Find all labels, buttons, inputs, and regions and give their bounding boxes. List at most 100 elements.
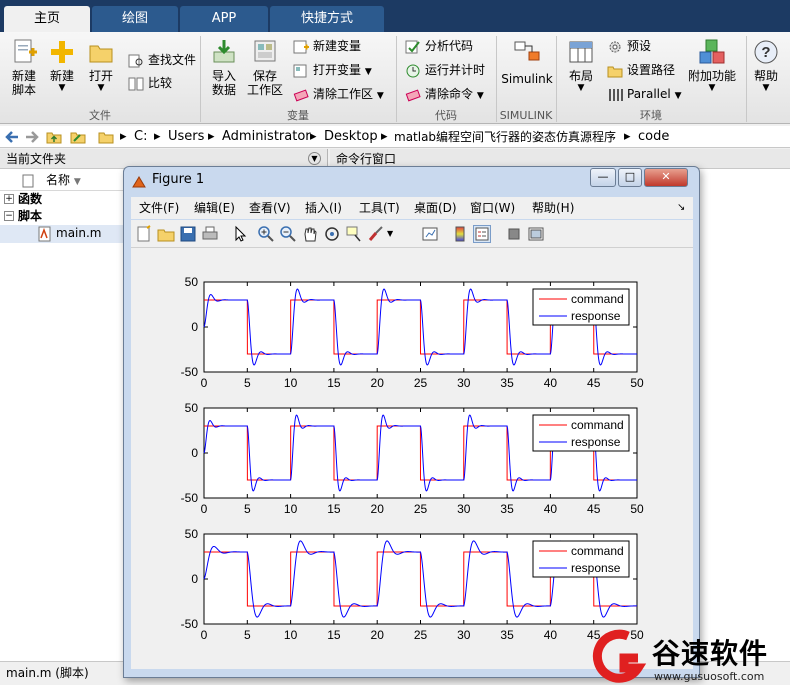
expand-icon[interactable]: + <box>4 194 14 204</box>
print-icon[interactable] <box>201 225 219 243</box>
addons-button[interactable]: 附加功能 ▼ <box>684 34 740 93</box>
analyze-code-button[interactable]: 分析代码 <box>405 36 473 56</box>
x-tick-label: 0 <box>201 376 208 390</box>
new-variable-label: 新建变量 <box>313 39 362 53</box>
tab-plots[interactable]: 绘图 <box>92 6 178 32</box>
collapse-icon[interactable]: − <box>4 211 14 221</box>
chevron-down-icon[interactable]: ▼ <box>387 225 397 243</box>
y-tick-label: 50 <box>185 275 199 289</box>
layout-icon <box>566 38 596 66</box>
parallel-label: Parallel <box>627 87 671 101</box>
pointer-icon[interactable] <box>231 225 249 243</box>
forward-arrow-icon[interactable] <box>24 129 40 145</box>
minimize-button[interactable]: — <box>590 168 616 187</box>
tab-apps[interactable]: APP <box>180 6 268 32</box>
new-variable-button[interactable]: 新建变量 <box>293 36 361 56</box>
plus-icon <box>47 38 77 66</box>
panel-actions-icon[interactable]: ▼ <box>308 152 321 165</box>
addons-label: 附加功能 <box>687 69 736 83</box>
link-plot-icon[interactable] <box>421 225 439 243</box>
brush-icon[interactable] <box>367 225 385 243</box>
save-workspace-button[interactable]: 保存 工作区 <box>241 34 289 97</box>
open-button[interactable]: 打开 ▼ <box>77 34 125 93</box>
x-tick-label: 10 <box>284 502 298 516</box>
breadcrumb-project-folder[interactable]: matlab编程空间飞行器的姿态仿真源程序 <box>394 129 616 145</box>
menu-insert[interactable]: 插入(I) <box>305 200 342 216</box>
breadcrumb-users[interactable]: Users <box>168 129 204 145</box>
colorbar-icon[interactable] <box>451 225 469 243</box>
zoom-in-icon[interactable] <box>257 225 275 243</box>
tab-shortcuts[interactable]: 快捷方式 <box>270 6 384 32</box>
preferences-label: 预设 <box>627 39 652 53</box>
breadcrumb-administrator[interactable]: Administrator <box>222 129 311 145</box>
x-tick-label: 25 <box>414 376 428 390</box>
find-files-button[interactable]: 查找文件 <box>128 50 196 70</box>
import-data-icon <box>209 38 239 66</box>
menu-edit[interactable]: 编辑(E) <box>194 200 235 216</box>
back-arrow-icon[interactable] <box>4 129 20 145</box>
menu-help[interactable]: 帮助(H) <box>532 200 574 216</box>
show-plot-tools-icon[interactable] <box>527 225 545 243</box>
menu-desktop[interactable]: 桌面(D) <box>414 200 457 216</box>
folder-open-icon <box>86 38 116 66</box>
set-path-button[interactable]: 设置路径 <box>607 60 675 80</box>
data-cursor-icon[interactable] <box>345 225 363 243</box>
menu-tools[interactable]: 工具(T) <box>359 200 400 216</box>
open-label: 打开 <box>88 69 113 83</box>
plot-area[interactable]: 0 5 10 15 20 25 30 35 40 45 50500-50commandrespons… <box>131 248 693 669</box>
close-button[interactable]: ✕ <box>644 168 688 187</box>
set-path-label: 设置路径 <box>627 63 676 77</box>
open-file-icon[interactable] <box>157 225 175 243</box>
clear-commands-button[interactable]: 清除命令 ▼ <box>405 84 484 104</box>
legend-icon[interactable] <box>473 225 491 243</box>
y-tick-label: -50 <box>181 491 199 505</box>
dock-arrow-icon[interactable]: ↘ <box>677 200 685 216</box>
y-tick-label: 50 <box>185 527 199 541</box>
status-text: main.m (脚本) <box>6 666 89 680</box>
figure-window[interactable]: Figure 1 — □ ✕ 文件(F) 编辑(E) 查看(V) 插入(I) 工… <box>123 166 700 678</box>
menu-window[interactable]: 窗口(W) <box>470 200 515 216</box>
tab-home[interactable]: 主页 <box>4 6 90 32</box>
maximize-button[interactable]: □ <box>618 168 642 187</box>
new-script-icon <box>9 38 39 66</box>
save-workspace-label: 保存 工作区 <box>246 69 283 97</box>
x-tick-label: 25 <box>414 628 428 642</box>
simulink-button[interactable]: Simulink <box>500 34 554 86</box>
new-figure-icon[interactable] <box>135 225 153 243</box>
chevron-down-icon: ▼ <box>708 83 716 93</box>
legend-label-response: response <box>571 435 621 449</box>
command-window-title: 命令行窗口 <box>336 152 397 166</box>
run-and-time-icon <box>405 64 421 78</box>
up-folder-icon[interactable] <box>46 129 62 145</box>
pan-hand-icon[interactable] <box>301 225 319 243</box>
hide-plot-tools-icon[interactable] <box>505 225 523 243</box>
run-and-time-button[interactable]: 运行并计时 <box>405 60 485 80</box>
menu-view[interactable]: 查看(V) <box>249 200 291 216</box>
clear-workspace-button[interactable]: 清除工作区 ▼ <box>293 84 384 104</box>
breadcrumb-drive[interactable]: C: <box>134 129 147 145</box>
save-icon[interactable] <box>179 225 197 243</box>
x-tick-label: 20 <box>371 376 385 390</box>
figure-canvas[interactable]: 0 5 10 15 20 25 30 35 40 45 50 50 0 -50 command respons… <box>131 248 693 669</box>
y-tick-label: 0 <box>191 446 198 460</box>
clear-commands-label: 清除命令 <box>425 87 474 101</box>
breadcrumb-desktop[interactable]: Desktop <box>324 129 378 145</box>
x-tick-label: 50 <box>630 502 644 516</box>
breadcrumb-code[interactable]: code <box>638 129 669 145</box>
layout-button[interactable]: 布局 ▼ <box>557 34 605 93</box>
rotate-3d-icon[interactable] <box>323 225 341 243</box>
x-tick-label: 40 <box>544 502 558 516</box>
open-variable-button[interactable]: 打开变量 ▼ <box>293 60 372 80</box>
x-tick-label: 5 <box>244 502 251 516</box>
group-label-code: 代码 <box>435 109 457 122</box>
open-variable-label: 打开变量 <box>313 63 362 77</box>
zoom-out-icon[interactable] <box>279 225 297 243</box>
figure-title: Figure 1 <box>152 172 205 187</box>
chevron-down-icon: ▼ <box>577 83 585 93</box>
browse-folder-icon[interactable] <box>70 129 86 145</box>
menu-file[interactable]: 文件(F) <box>139 200 179 216</box>
compare-button[interactable]: 比较 <box>128 73 172 93</box>
preferences-button[interactable]: 预设 <box>607 36 651 56</box>
help-button[interactable]: ? 帮助 ▼ <box>742 34 790 93</box>
parallel-button[interactable]: Parallel ▼ <box>607 84 681 104</box>
